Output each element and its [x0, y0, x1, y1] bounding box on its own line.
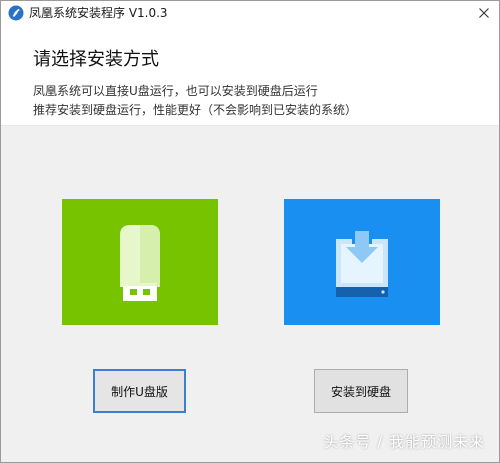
window-title: 凤凰系统安装程序 V1.0.3	[29, 6, 168, 20]
options-panel: 制作U盘版 安装到硬盘 头条号 / 我能预测未来	[1, 126, 499, 462]
description-line-1: 凤凰系统可以直接U盘运行，也可以安装到硬盘后运行	[33, 84, 318, 98]
title-bar: 凤凰系统安装程序 V1.0.3	[1, 1, 499, 25]
page-heading: 请选择安装方式	[33, 49, 159, 70]
make-usb-button[interactable]: 制作U盘版	[93, 369, 186, 413]
phoenix-logo-icon	[8, 5, 24, 21]
disk-option-tile[interactable]	[284, 199, 440, 325]
install-to-disk-button[interactable]: 安装到硬盘	[314, 369, 408, 413]
watermark-text: 头条号 / 我能预测未来	[323, 433, 485, 451]
usb-drive-icon	[120, 225, 160, 301]
description-line-2: 推荐安装到硬盘运行，性能更好（不会影响到已安装的系统）	[33, 103, 358, 117]
close-button[interactable]	[473, 3, 495, 23]
close-icon	[479, 8, 489, 18]
hard-disk-download-icon	[336, 231, 388, 297]
installer-window: 凤凰系统安装程序 V1.0.3 请选择安装方式 凤凰系统可以直接U盘运行，也可以…	[0, 0, 500, 463]
usb-option-tile[interactable]	[62, 199, 218, 325]
